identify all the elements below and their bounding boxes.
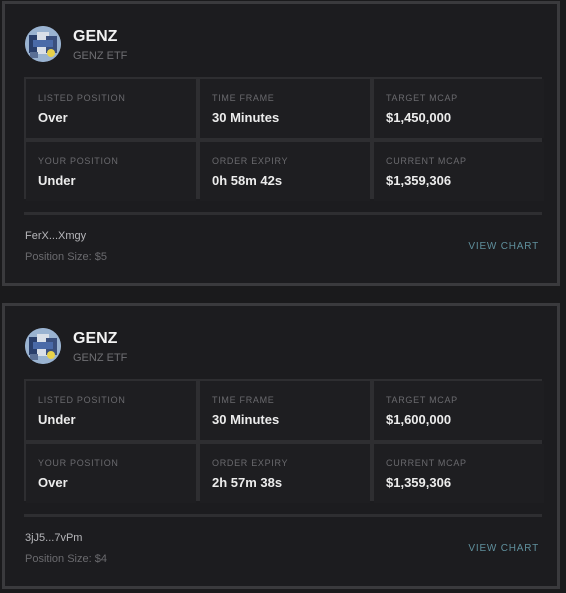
listed-position-label: LISTED POSITION [38,93,126,103]
current-mcap-value: $1,359,306 [386,475,452,490]
token-name: GENZ [73,330,118,347]
position-size: Position Size: $4 [25,553,107,565]
listed-position-label: LISTED POSITION [38,395,126,405]
token-name: GENZ [73,28,118,45]
target-mcap-value: $1,600,000 [386,412,452,427]
target-mcap-label: TARGET MCAP [386,93,458,103]
token-avatar-icon [25,328,61,364]
order-expiry-value: 2h 57m 38s [212,475,283,490]
order-details-grid: LISTED POSITION Over TIME FRAME 30 Minut… [24,77,544,201]
order-details-grid: LISTED POSITION Under TIME FRAME 30 Minu… [24,379,544,503]
your-position-label: YOUR POSITION [38,156,119,166]
listed-position-value: Under [38,412,76,427]
current-mcap-value: $1,359,306 [386,173,452,188]
order-expiry-label: ORDER EXPIRY [212,156,289,166]
token-subtitle: GENZ ETF [73,352,128,364]
listed-position-cell: LISTED POSITION Over [26,79,196,138]
target-mcap-value: $1,450,000 [386,110,452,125]
time-frame-label: TIME FRAME [212,93,275,103]
listed-position-cell: LISTED POSITION Under [26,381,196,440]
target-mcap-label: TARGET MCAP [386,395,458,405]
wallet-address: FerX...Xmgy [25,230,87,242]
your-position-cell: YOUR POSITION Under [26,142,196,201]
your-position-cell: YOUR POSITION Over [26,444,196,503]
time-frame-cell: TIME FRAME 30 Minutes [200,381,370,440]
order-expiry-label: ORDER EXPIRY [212,458,289,468]
order-card: GENZ GENZ ETF LISTED POSITION Under TIME… [2,303,560,589]
order-card: GENZ GENZ ETF LISTED POSITION Over TIME … [2,1,560,286]
position-size: Position Size: $5 [25,251,107,263]
order-expiry-cell: ORDER EXPIRY 2h 57m 38s [200,444,370,503]
current-mcap-cell: CURRENT MCAP $1,359,306 [374,142,544,201]
order-expiry-value: 0h 58m 42s [212,173,283,188]
time-frame-value: 30 Minutes [212,412,280,427]
order-expiry-cell: ORDER EXPIRY 0h 58m 42s [200,142,370,201]
your-position-value: Over [38,475,68,490]
divider [24,212,542,215]
wallet-address: 3jJ5...7vPm [25,532,83,544]
time-frame-cell: TIME FRAME 30 Minutes [200,79,370,138]
time-frame-value: 30 Minutes [212,110,280,125]
time-frame-label: TIME FRAME [212,395,275,405]
current-mcap-cell: CURRENT MCAP $1,359,306 [374,444,544,503]
token-subtitle: GENZ ETF [73,50,128,62]
token-avatar-icon [25,26,61,62]
current-mcap-label: CURRENT MCAP [386,156,467,166]
divider [24,514,542,517]
current-mcap-label: CURRENT MCAP [386,458,467,468]
view-chart-link[interactable]: VIEW CHART [468,241,539,252]
target-mcap-cell: TARGET MCAP $1,600,000 [374,381,544,440]
target-mcap-cell: TARGET MCAP $1,450,000 [374,79,544,138]
your-position-value: Under [38,173,76,188]
listed-position-value: Over [38,110,68,125]
view-chart-link[interactable]: VIEW CHART [468,543,539,554]
your-position-label: YOUR POSITION [38,458,119,468]
